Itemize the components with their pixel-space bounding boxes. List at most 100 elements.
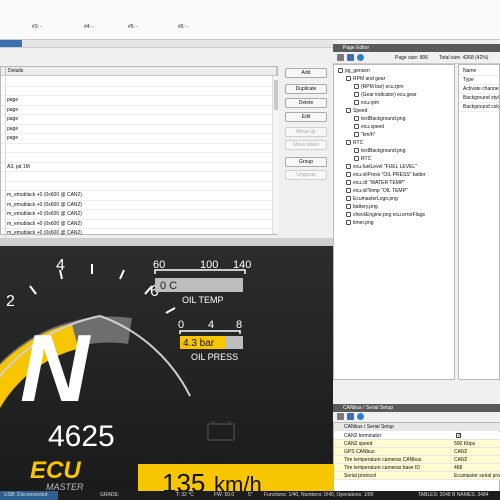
tree-node-label: textBackground.png	[361, 148, 406, 154]
property-row[interactable]: Name	[459, 67, 499, 76]
tree-node[interactable]: ecu.rpm	[354, 100, 379, 107]
can-setting-row[interactable]: Tire temperature cameras base ID 468	[334, 464, 500, 472]
tree-node[interactable]: timer.png	[346, 220, 374, 227]
tree-node-label: (Gear indicator) ecu.gear	[361, 92, 417, 98]
row-separator	[5, 143, 6, 153]
tree-node-label: ecu.oilTemp "OIL TEMP"	[353, 188, 408, 194]
temperature-readout: T: 32 °C	[176, 492, 194, 498]
table-row[interactable]: m_emublack +0 (0x600 @ CAN2)	[1, 219, 277, 229]
move-up-button[interactable]: Move up	[285, 127, 327, 137]
table-row[interactable]: page	[1, 115, 277, 125]
table-row[interactable]	[1, 181, 277, 191]
table-row[interactable]: page	[1, 105, 277, 115]
help-icon[interactable]	[357, 413, 364, 420]
can-settings-grid[interactable]: CANbus / Serial Setup CAN2 terminator ✓ CA…	[333, 422, 500, 492]
tree-node[interactable]: (RPM bar) ecu.rpm	[354, 84, 404, 91]
property-row[interactable]: Activate channel	[459, 85, 499, 94]
panel-divider[interactable]	[0, 238, 333, 246]
property-row[interactable]: Type	[459, 76, 499, 85]
panel-tab[interactable]	[0, 40, 22, 47]
gear-indicator: N	[20, 315, 91, 422]
table-row[interactable]	[1, 153, 277, 163]
table-row[interactable]: m_emublack +0 (0x600 @ CAN2)	[1, 191, 277, 201]
table-row[interactable]: A3, pd 1M	[1, 162, 277, 172]
tree-node[interactable]: ecu.speed	[354, 124, 384, 131]
table-row[interactable]: page	[1, 96, 277, 106]
screen-size: 5"	[248, 492, 253, 498]
page-editor-title: Page Editor	[333, 44, 500, 52]
tree-node[interactable]: ecu.clt "WATER TEMP"	[346, 180, 405, 187]
can-setting-row[interactable]: CAN2 speed 500 Kbps	[334, 440, 500, 448]
tree-node[interactable]: textBackground.png	[354, 148, 405, 155]
tree-node[interactable]: Speed	[346, 108, 367, 115]
group-button[interactable]: Group	[285, 157, 327, 167]
tree-node[interactable]: RTC	[346, 140, 363, 147]
table-row[interactable]	[1, 172, 277, 182]
row-details: page	[7, 97, 19, 103]
table-row[interactable]	[1, 77, 277, 87]
save-icon[interactable]	[347, 54, 354, 61]
help-icon[interactable]	[357, 54, 364, 61]
tree-node[interactable]: ecu.fuelLevel "FUEL LEVEL"	[346, 164, 417, 171]
row-separator	[5, 134, 6, 143]
tables-names-usage: TABLES: 2048 B NAMES: 3484	[418, 492, 489, 498]
can-setting-row[interactable]: CAN2 terminator ✓	[334, 432, 500, 440]
table-row[interactable]: m_emublack +0 (0x600 @ CAN2)	[1, 200, 277, 210]
tree-node[interactable]: "km/h"	[354, 132, 375, 139]
setting-value[interactable]: CAN2	[454, 448, 467, 456]
table-row[interactable]	[1, 86, 277, 96]
tree-node[interactable]: ecu.oilTemp "OIL TEMP"	[346, 188, 408, 195]
setting-name: CAN2 terminator	[344, 433, 382, 439]
tree-node[interactable]: RTC	[354, 156, 371, 163]
row-details: page	[7, 116, 19, 122]
tree-node-label: checkEngine.png ecu.errorFlags	[353, 212, 425, 218]
duplicate-button[interactable]: Duplicate	[285, 84, 327, 94]
add-button[interactable]: Add	[285, 68, 327, 78]
oil-temp-label: OIL TEMP	[182, 295, 224, 305]
delete-button[interactable]: Delete	[285, 98, 327, 108]
table-header-details[interactable]: Details	[6, 67, 277, 76]
setting-value[interactable]: CAN2	[454, 456, 467, 464]
ungroup-button[interactable]: Ungroup	[285, 170, 327, 180]
node-icon	[354, 92, 359, 98]
table-row[interactable]: page	[1, 134, 277, 144]
terminator-checkbox[interactable]: ✓	[456, 433, 461, 439]
tree-node-label: ecu.fuelLevel "FUEL LEVEL"	[353, 164, 417, 170]
setting-value[interactable]: Ecumaster serial pro	[454, 472, 500, 480]
node-icon	[338, 68, 343, 74]
tree-node[interactable]: (Gear indicator) ecu.gear	[354, 92, 417, 99]
folder-icon[interactable]	[337, 413, 344, 420]
can-setting-row[interactable]: Serial protocol Ecumaster serial pro	[334, 472, 500, 480]
can-setting-row[interactable]: GPS CANbus CAN2	[334, 448, 500, 456]
tree-node[interactable]: textBackground.png	[354, 116, 405, 123]
scroll-thumb[interactable]	[274, 80, 278, 110]
edit-button[interactable]: Edit	[285, 112, 327, 122]
can-setting-row[interactable]: Tire temperature cameras CANbus CAN2	[334, 456, 500, 464]
tree-node[interactable]: RPM and gear	[346, 76, 385, 83]
property-row[interactable]: Background color	[459, 103, 499, 112]
move-down-button[interactable]: Move down	[285, 140, 327, 150]
tree-node[interactable]: ecu.oilPress "OIL PRESS" batter	[346, 172, 426, 179]
table-row[interactable]: page	[1, 124, 277, 134]
tree-node[interactable]: checkEngine.png ecu.errorFlags	[346, 212, 425, 219]
setting-name: Serial protocol	[344, 473, 376, 479]
node-icon	[346, 172, 351, 178]
node-icon	[346, 188, 351, 194]
properties-grid[interactable]: Name Type Activate channel Background style…	[458, 64, 500, 380]
tree-node-label: timer.png	[353, 220, 374, 226]
property-row[interactable]: Background style	[459, 94, 499, 103]
setting-value[interactable]: 468	[454, 464, 462, 472]
save-icon[interactable]	[347, 413, 354, 420]
tree-node[interactable]: pg_gensen	[338, 68, 370, 75]
page-tree[interactable]: pg_gensen RPM and gear (RPM bar) ecu.rpm (G…	[333, 64, 455, 380]
setting-value[interactable]: 500 Kbps	[454, 440, 475, 448]
table-row[interactable]: m_emublack +0 (0x600 @ CAN2)	[1, 210, 277, 220]
tree-node[interactable]: EcumasterLogo.png	[346, 196, 398, 203]
slot-label: #6: -	[178, 24, 189, 30]
table-scrollbar[interactable]	[272, 76, 278, 234]
channels-table[interactable]: Details page page page page page A3, pd 1M m_e…	[0, 66, 278, 239]
folder-icon[interactable]	[337, 54, 344, 61]
node-icon	[354, 116, 359, 122]
table-row[interactable]	[1, 143, 277, 153]
tree-node[interactable]: battery.png	[346, 204, 378, 211]
